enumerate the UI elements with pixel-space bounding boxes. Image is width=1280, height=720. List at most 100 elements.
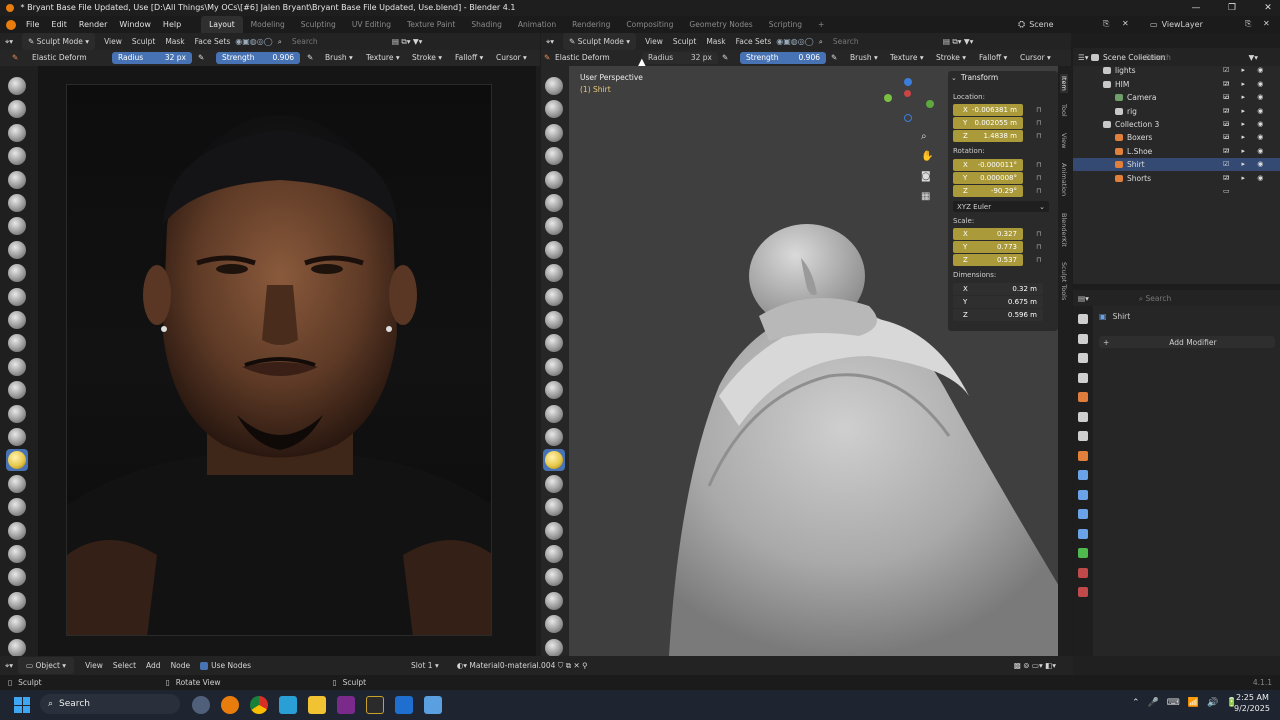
taskbar-time[interactable]: 2:25 AM [1236, 693, 1269, 702]
overlay-icons[interactable]: ▤ ⧉▾ ▼▾ [938, 33, 979, 50]
scene-selector[interactable]: ⛭ Scene [1018, 16, 1054, 33]
lock-icon[interactable]: ⊓ [1036, 132, 1044, 141]
taskbar-search[interactable]: ⌕ Search [40, 694, 180, 714]
tool-tab-icon[interactable] [1078, 314, 1088, 324]
stroke-dropdown[interactable]: Stroke ▾ [412, 51, 442, 65]
menu-mask[interactable]: Mask [160, 33, 189, 50]
particles-tab-icon[interactable] [1078, 489, 1088, 500]
outliner-row[interactable]: Shorts ☑ ▸ ◉ ▭ [1073, 172, 1280, 195]
tab-geometry-nodes[interactable]: Geometry Nodes [681, 16, 760, 33]
maximize-button[interactable]: ❐ [1220, 0, 1244, 16]
tab-view[interactable]: View [1060, 133, 1068, 148]
modifier-tab-icon[interactable] [1078, 470, 1088, 480]
snake-hook-brush-icon[interactable] [8, 474, 26, 493]
tab-sculpt-tools[interactable]: Sculpt Tools [1060, 262, 1068, 300]
chrome-icon[interactable] [250, 696, 268, 714]
radius-pressure-icon[interactable]: ✎ [198, 51, 204, 65]
scale-x-field[interactable]: X 0.327 [953, 228, 1023, 240]
texture-dropdown[interactable]: Texture ▾ [366, 51, 400, 65]
menu-help[interactable]: Help [157, 16, 187, 33]
view-layer-tab-icon[interactable] [1078, 372, 1088, 383]
rotation-x-field[interactable]: X -0.000011° [953, 159, 1023, 171]
editor-type-icon[interactable]: ⌖▾ [541, 33, 559, 50]
windows-start-icon[interactable] [14, 697, 30, 713]
object-tab-icon[interactable] [1078, 450, 1088, 461]
tab-item[interactable]: Item [1060, 74, 1068, 93]
clay-strips-brush-icon[interactable] [545, 147, 563, 166]
tab-tool[interactable]: Tool [1060, 104, 1068, 117]
clay-strips-brush-icon[interactable] [8, 147, 26, 166]
cursor-dropdown[interactable]: Cursor ▾ [1020, 51, 1051, 65]
menu-window[interactable]: Window [113, 16, 157, 33]
grab-brush-icon[interactable] [8, 428, 26, 446]
renpy-icon[interactable] [366, 696, 384, 714]
gizmo-neg-x-icon[interactable] [904, 90, 911, 97]
draw-brush-icon[interactable] [8, 77, 26, 95]
dimensions-x-field[interactable]: X 0.32 m [953, 283, 1043, 295]
rotate-brush-icon[interactable] [545, 568, 563, 587]
brush-dropdown[interactable]: Brush ▾ [325, 51, 353, 65]
thumb-brush-icon[interactable] [8, 498, 26, 517]
affinity-icon[interactable] [337, 696, 355, 714]
radius-pressure-icon[interactable]: ✎ [722, 51, 728, 65]
crease-brush-icon[interactable] [545, 264, 563, 283]
brush-dropdown[interactable]: Brush ▾ [850, 51, 878, 65]
falloff-dropdown[interactable]: Falloff ▾ [455, 51, 483, 65]
fill-brush-icon[interactable] [545, 334, 563, 353]
right-search-input[interactable]: Search [828, 33, 938, 50]
material-selector[interactable]: ◐▾ Material0-material.004 ⛉ ⧉ ✕ ⚲ [452, 657, 593, 674]
tab-blenderkit[interactable]: BlenderKit [1060, 213, 1068, 247]
texture-tab-icon[interactable] [1078, 587, 1088, 597]
slide-relax-brush-icon[interactable] [8, 591, 26, 610]
scale-z-field[interactable]: Z 0.537 [953, 254, 1023, 266]
lock-icon[interactable]: ⊓ [1036, 256, 1044, 265]
tab-sculpting[interactable]: Sculpting [293, 16, 344, 33]
pinch-brush-icon[interactable] [545, 404, 563, 423]
menu-face-sets[interactable]: Face Sets [731, 33, 777, 50]
camera-view-icon[interactable]: ◙ [921, 171, 931, 182]
zoom-icon[interactable]: ⌕ [921, 131, 927, 142]
gizmo-y-axis-icon[interactable] [884, 94, 892, 102]
pan-hand-icon[interactable]: ✋ [921, 151, 933, 162]
cloth-brush-icon[interactable] [8, 638, 26, 657]
editor-type-icon[interactable]: ⌖▾ [0, 657, 18, 674]
tab-scripting[interactable]: Scripting [761, 16, 810, 33]
menu-sculpt[interactable]: Sculpt [127, 33, 160, 50]
menu-view[interactable]: View [80, 657, 108, 674]
inflate-brush-icon[interactable] [8, 217, 26, 236]
menu-view[interactable]: View [99, 33, 127, 50]
render-tab-icon[interactable] [1078, 333, 1088, 344]
rotation-y-field[interactable]: Y 0.000008° [953, 172, 1023, 184]
tab-modeling[interactable]: Modeling [243, 16, 293, 33]
strength-pressure-icon[interactable]: ✎ [307, 51, 313, 65]
outliner-row[interactable]: rig ☑ ▸ ◉ ▭ [1073, 105, 1280, 128]
world-tab-icon[interactable] [1078, 411, 1088, 422]
nudge-brush-icon[interactable] [545, 545, 563, 563]
lock-icon[interactable]: ⊓ [1036, 243, 1044, 252]
pose-brush-icon[interactable] [8, 521, 26, 540]
cursor-dropdown[interactable]: Cursor ▾ [496, 51, 527, 65]
tab-animation[interactable]: Animation [1060, 163, 1068, 196]
physics-tab-icon[interactable] [1078, 509, 1088, 519]
tab-texture-paint[interactable]: Texture Paint [399, 16, 463, 33]
menu-node[interactable]: Node [166, 657, 196, 674]
fill-brush-icon[interactable] [8, 334, 26, 353]
properties-search[interactable]: ⌕ Search [1134, 290, 1244, 307]
lock-icon[interactable]: ⊓ [1036, 187, 1044, 196]
radius-field[interactable]: Radius 32 px [642, 52, 718, 64]
strength-field[interactable]: Strength 0.906 [216, 52, 300, 64]
app-icon[interactable] [279, 696, 297, 714]
draw-brush-icon[interactable] [545, 77, 563, 95]
constraints-tab-icon[interactable] [1078, 528, 1088, 539]
system-tray-icons[interactable]: ⌃🎤⌨📶🔊🔋 [1132, 698, 1245, 708]
lock-icon[interactable]: ⊓ [1036, 106, 1044, 115]
layer-brush-icon[interactable] [8, 194, 26, 212]
clay-brush-icon[interactable] [545, 123, 563, 142]
strength-pressure-icon[interactable]: ✎ [831, 51, 837, 65]
collection-tab-icon[interactable] [1078, 431, 1088, 441]
menu-mask[interactable]: Mask [701, 33, 730, 50]
use-nodes-checkbox[interactable]: Use Nodes [195, 657, 256, 674]
transform-header[interactable]: ⌄ Transform [951, 73, 998, 82]
lock-icon[interactable]: ⊓ [1036, 119, 1044, 128]
strength-field[interactable]: Strength 0.906 [740, 52, 826, 64]
